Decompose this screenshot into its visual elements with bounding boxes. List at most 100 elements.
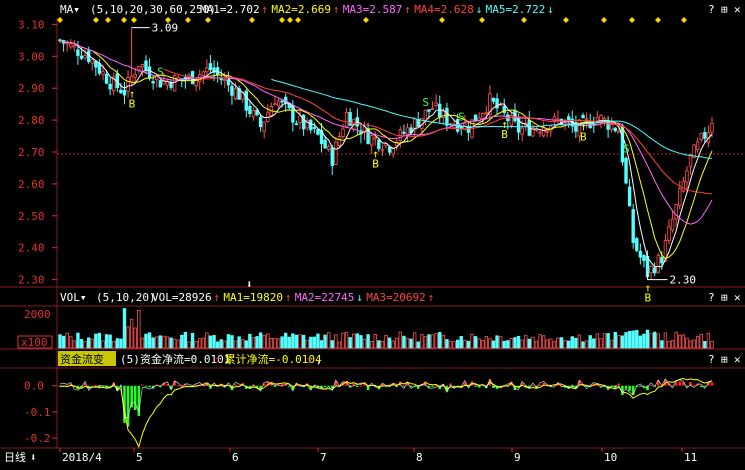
volume-bar (649, 333, 653, 349)
volume-indicator-name[interactable]: VOL▾ (60, 291, 87, 304)
volume-bar (477, 338, 481, 349)
flow-bar (126, 385, 130, 427)
buy-signal-label: B (645, 292, 652, 305)
volume-bar (69, 336, 73, 349)
volume-bar (319, 340, 324, 349)
candle-body (635, 238, 639, 251)
volume-bar (387, 337, 392, 349)
candle-body (151, 81, 155, 84)
period-down-arrow-icon[interactable]: ⬇ (30, 451, 37, 464)
volume-bar (581, 341, 585, 349)
candle-body (280, 100, 284, 103)
panel-button[interactable]: ✕ (734, 291, 741, 304)
date-label: 8 (416, 451, 423, 464)
volume-bar (559, 337, 564, 349)
date-label: 6 (232, 451, 239, 464)
volume-bar (434, 333, 438, 349)
period-selector[interactable]: 日线 (4, 450, 26, 464)
candle-body (624, 157, 628, 184)
candle-body (710, 122, 714, 133)
candle-body (133, 73, 137, 78)
price-legend: MA1=2.702 ↑ MA2=2.669 ↑ MA3=2.587 ↑ MA4=2.628 ↓… (200, 3, 554, 16)
flow_panel-legend-arrow: ↑ (215, 353, 222, 366)
candle-body (65, 42, 69, 45)
volume-bar (681, 334, 686, 349)
candle-body (369, 135, 374, 146)
volume-bar (119, 338, 123, 349)
volume-bar (316, 333, 320, 349)
flow-bar (649, 385, 653, 387)
candle-body (251, 110, 256, 118)
candle-body (520, 127, 524, 135)
volume-bar (230, 335, 234, 349)
volume_panel-legend-arrow: ↑ (285, 291, 292, 304)
candle-body (69, 43, 73, 48)
candle-body (656, 255, 660, 273)
volume-bar (223, 340, 227, 349)
price-indicator-name[interactable]: MA▾ (60, 3, 80, 16)
cursor-arrow-icon: ⬇ (246, 278, 253, 291)
candle-body (258, 116, 263, 128)
flow-bar (144, 385, 148, 387)
buy-signal-label: B (372, 158, 379, 171)
volume-bar (83, 341, 87, 349)
volume-bar (262, 334, 266, 349)
volume-bar (326, 332, 331, 349)
volume-bar (212, 335, 216, 349)
volume-bar (151, 337, 155, 349)
volume-bar (495, 335, 499, 349)
volume-bar (402, 335, 406, 349)
panel-button[interactable]: ? (708, 3, 715, 16)
flow-bar (356, 385, 359, 387)
candle-body (248, 105, 252, 115)
candle-body (230, 85, 234, 96)
flow-legend: 资金净流=0.0101↑ 累计净流=-0.0104↑, (140, 352, 322, 366)
volume-bar (445, 339, 449, 349)
panel-button[interactable]: ⊞ (721, 3, 728, 16)
volume-bar (298, 334, 302, 349)
candle-body (226, 79, 231, 86)
volume-bar (312, 336, 317, 349)
date-label: 2018/4 (62, 451, 102, 464)
volume-bar (570, 336, 574, 349)
volume-bar (498, 336, 503, 349)
volume-bar (334, 334, 338, 349)
volume-bar (158, 335, 163, 349)
price-panel-buttons: ? ⊞ ✕ (708, 3, 741, 16)
volume-bar (563, 340, 567, 349)
flow-bar (692, 384, 696, 386)
volume-bar (133, 327, 137, 349)
volume-bar (706, 332, 711, 349)
volume-bar (473, 336, 478, 349)
candle-body (695, 141, 700, 150)
volume-bar (129, 318, 134, 349)
panel-button[interactable]: ? (708, 291, 715, 304)
volume-bar (470, 333, 474, 349)
candle-body (491, 98, 496, 102)
candle-body (609, 124, 614, 130)
candle-body (459, 126, 463, 129)
panel-button[interactable]: ⊞ (721, 291, 728, 304)
candle-body (344, 111, 349, 128)
volume-bar (638, 335, 643, 349)
panel-button[interactable]: ✕ (734, 3, 741, 16)
price-tick-label: 2.50 (18, 210, 45, 223)
volume-bar (241, 339, 245, 349)
candle-body (298, 115, 302, 123)
volume-bar (491, 340, 496, 349)
volume-bar (405, 337, 410, 349)
volume-bar (678, 334, 682, 349)
flow-bar (531, 385, 535, 387)
flow-tick-label: -0.2 (24, 432, 51, 445)
high-price-label: 3.09 (152, 22, 179, 35)
volume-bar (258, 332, 263, 349)
volume-bar (670, 340, 675, 349)
panel-button[interactable]: ? (708, 353, 715, 366)
volume-bar (688, 340, 693, 349)
panel-button[interactable]: ⊞ (721, 353, 728, 366)
flow-tick-label: -0.1 (24, 406, 51, 419)
volume-bar (412, 332, 417, 349)
volume-bar (369, 341, 374, 349)
volume-bar (509, 338, 514, 349)
panel-button[interactable]: ✕ (734, 353, 741, 366)
